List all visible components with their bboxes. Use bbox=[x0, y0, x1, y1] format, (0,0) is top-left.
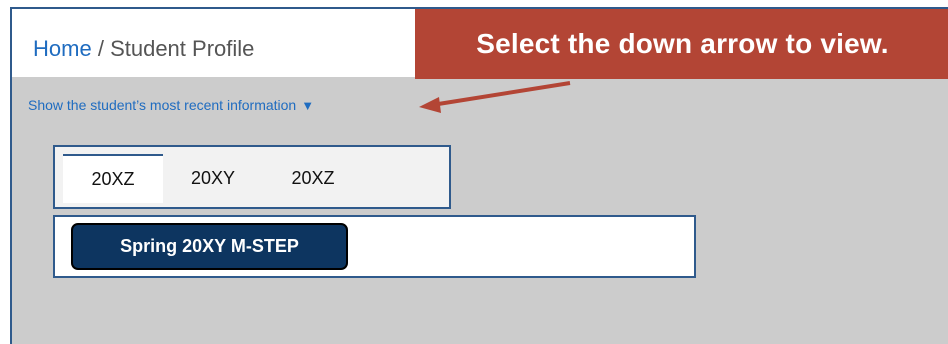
student-profile-page: Home / Student Profile Select the down a… bbox=[10, 7, 948, 344]
show-recent-info-label: Show the student’s most recent informati… bbox=[28, 97, 297, 113]
breadcrumb: Home / Student Profile bbox=[33, 36, 254, 62]
tab-20xy[interactable]: 20XY bbox=[163, 154, 263, 203]
breadcrumb-home-link[interactable]: Home bbox=[33, 36, 92, 61]
assessment-panel: Spring 20XY M-STEP bbox=[53, 215, 696, 278]
spring-mstep-button[interactable]: Spring 20XY M-STEP bbox=[71, 223, 348, 270]
callout-text: Select the down arrow to view. bbox=[476, 28, 889, 59]
tab-20xz-2[interactable]: 20XZ bbox=[263, 154, 363, 203]
year-tabs: 20XZ 20XY 20XZ bbox=[53, 145, 451, 209]
breadcrumb-separator: / bbox=[97, 36, 104, 61]
tab-20xz[interactable]: 20XZ bbox=[63, 154, 163, 203]
show-recent-info-toggle[interactable]: Show the student’s most recent informati… bbox=[28, 97, 314, 113]
down-arrow-icon[interactable]: ▼ bbox=[301, 98, 314, 113]
breadcrumb-current: Student Profile bbox=[110, 36, 255, 61]
instruction-callout: Select the down arrow to view. bbox=[415, 9, 948, 79]
